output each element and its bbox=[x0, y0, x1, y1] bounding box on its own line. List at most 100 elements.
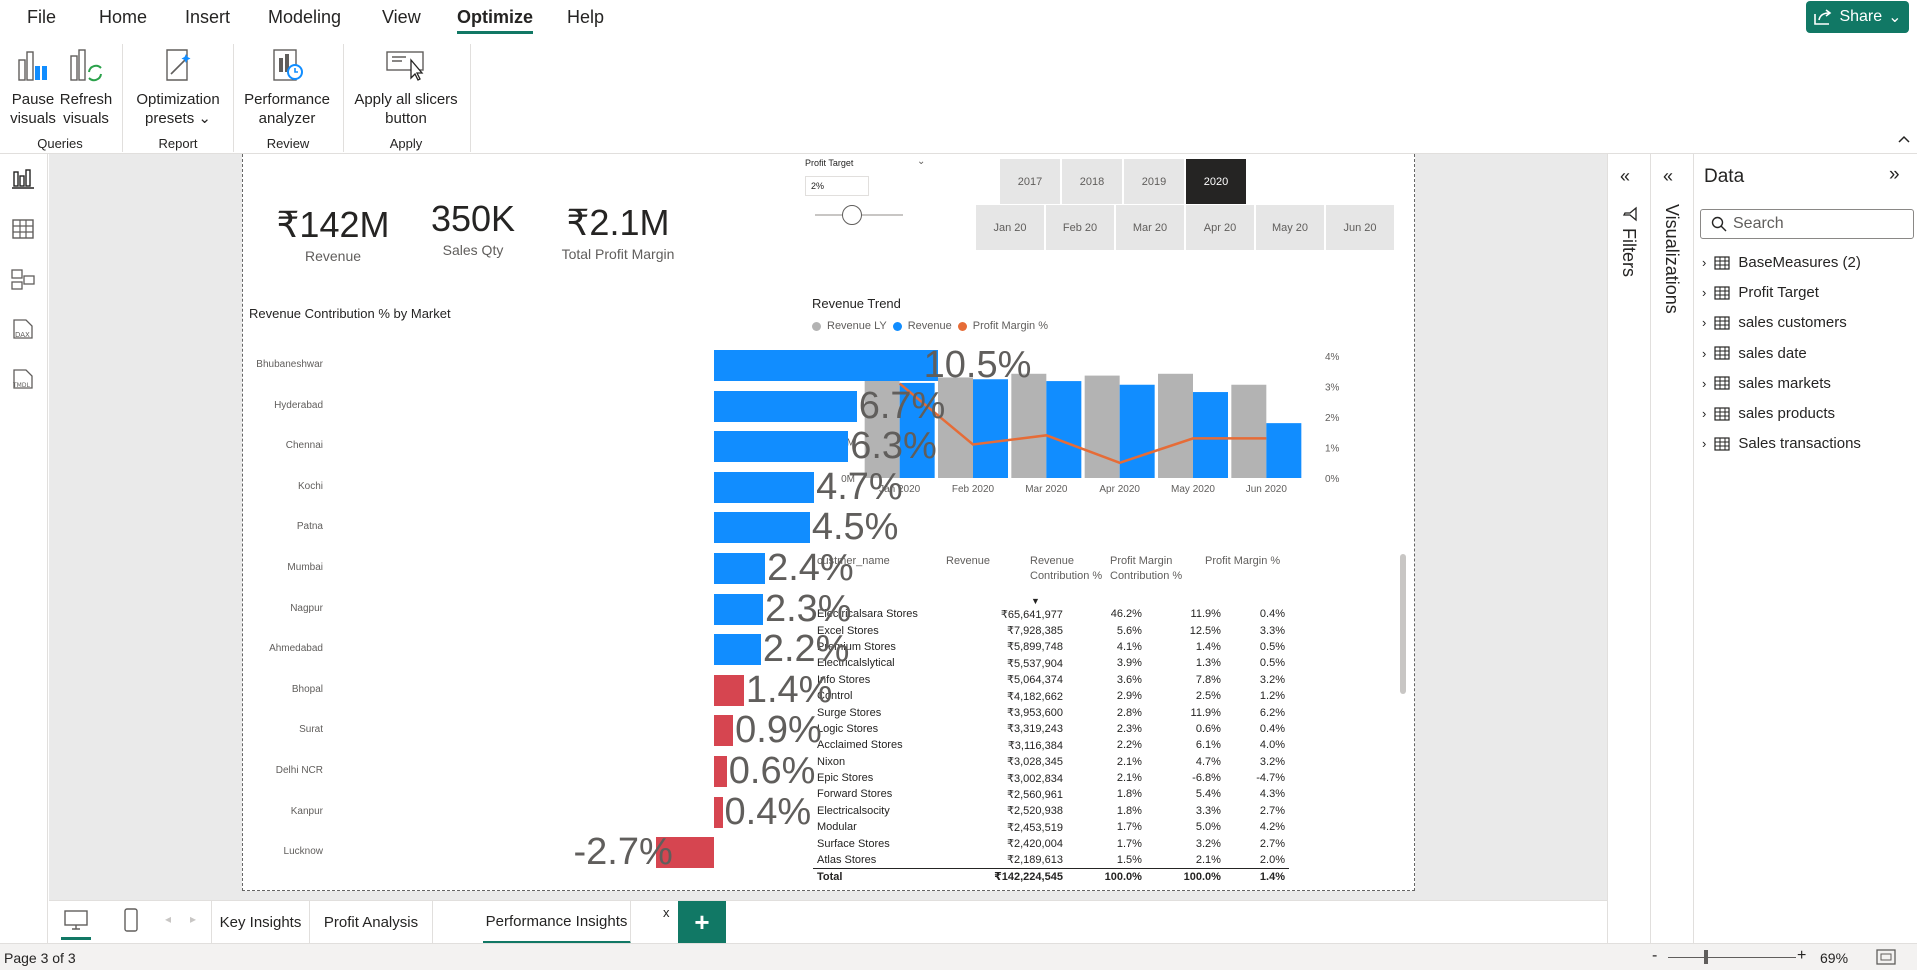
chevron-right-icon[interactable]: › bbox=[1702, 255, 1706, 270]
expand-right-icon[interactable]: » bbox=[1889, 164, 1900, 186]
year-slicer-2018[interactable]: 2018 bbox=[1062, 159, 1122, 204]
market-bar[interactable] bbox=[714, 756, 727, 787]
menu-home[interactable]: Home bbox=[99, 7, 147, 28]
table-row[interactable]: Logic Stores ₹3,319,243 2.3% 0.6% 0.4% bbox=[813, 721, 1289, 737]
pause-visuals-button[interactable]: Pause visuals bbox=[8, 46, 58, 128]
chevron-right-icon[interactable]: › bbox=[1702, 285, 1706, 300]
table-row[interactable]: Atlas Stores ₹2,189,613 1.5% 2.1% 2.0% bbox=[813, 852, 1289, 868]
data-table-item[interactable]: › sales date bbox=[1702, 345, 1807, 362]
market-bar[interactable] bbox=[714, 593, 763, 625]
profit-target-input[interactable]: 2% bbox=[805, 176, 869, 196]
month-slicer-item[interactable]: Apr 20 bbox=[1186, 205, 1254, 250]
table-row[interactable]: Nixon ₹3,028,345 2.1% 4.7% 3.2% bbox=[813, 754, 1289, 770]
menu-view[interactable]: View bbox=[382, 7, 421, 28]
zoom-slider-track[interactable] bbox=[1668, 957, 1796, 958]
close-tab-icon[interactable]: x bbox=[663, 905, 670, 920]
market-bar[interactable] bbox=[714, 634, 761, 666]
table-row[interactable]: Premium Stores ₹5,899,748 4.1% 1.4% 0.5% bbox=[813, 639, 1289, 655]
data-search-input[interactable]: Search bbox=[1700, 209, 1914, 239]
table-row[interactable]: Control ₹4,182,662 2.9% 2.5% 1.2% bbox=[813, 688, 1289, 704]
zoom-slider-thumb[interactable] bbox=[1704, 950, 1708, 964]
matrix-header-profit-margin[interactable]: Profit Margin % bbox=[1205, 554, 1280, 569]
table-row[interactable]: Epic Stores ₹3,002,834 2.1% -6.8% -4.7% bbox=[813, 770, 1289, 786]
tab-key-insights[interactable]: Key Insights bbox=[211, 901, 310, 944]
year-slicer-2017[interactable]: 2017 bbox=[1000, 159, 1060, 204]
market-bar[interactable] bbox=[714, 553, 766, 584]
matrix-header-revenue[interactable]: Revenue bbox=[946, 554, 990, 569]
month-slicer-item[interactable]: Mar 20 bbox=[1116, 205, 1184, 250]
tab-performance-insights[interactable]: Performance Insights bbox=[483, 901, 631, 944]
matrix-header-pm-contribution[interactable]: Profit Margin Contribution % bbox=[1110, 554, 1200, 584]
kpi-card-sales-qty[interactable]: 350K Sales Qty bbox=[413, 198, 533, 258]
market-bar[interactable] bbox=[714, 715, 734, 747]
scroll-right-icon[interactable]: ▸ bbox=[190, 912, 196, 926]
chevron-right-icon[interactable]: › bbox=[1702, 406, 1706, 421]
dax-query-view-icon[interactable]: DAX bbox=[10, 316, 36, 342]
chevron-right-icon[interactable]: › bbox=[1702, 376, 1706, 391]
filters-pane[interactable]: « Filters bbox=[1607, 154, 1650, 943]
data-table-item[interactable]: › sales markets bbox=[1702, 375, 1831, 392]
matrix-header-revenue-contribution[interactable]: Revenue Contribution % bbox=[1030, 554, 1104, 584]
month-slicer-item[interactable]: Jun 20 bbox=[1326, 205, 1394, 250]
month-slicer-item[interactable]: Jan 20 bbox=[976, 205, 1044, 250]
table-row[interactable]: Excel Stores ₹7,928,385 5.6% 12.5% 3.3% bbox=[813, 622, 1289, 638]
zoom-out-icon[interactable]: - bbox=[1652, 947, 1657, 965]
market-bar[interactable] bbox=[714, 390, 857, 422]
collapse-left-icon[interactable]: « bbox=[1620, 166, 1630, 187]
menu-insert[interactable]: Insert bbox=[185, 7, 230, 28]
chevron-down-icon[interactable]: ⌄ bbox=[917, 156, 925, 167]
apply-all-slicers-button[interactable]: Apply all slicers button bbox=[351, 46, 461, 128]
share-button[interactable]: Share ⌄ bbox=[1806, 1, 1909, 33]
tab-profit-analysis[interactable]: Profit Analysis bbox=[310, 901, 433, 944]
menu-modeling[interactable]: Modeling bbox=[268, 7, 341, 28]
data-table-item[interactable]: › Sales transactions bbox=[1702, 435, 1861, 452]
year-slicer-2019[interactable]: 2019 bbox=[1124, 159, 1184, 204]
desktop-layout-icon[interactable] bbox=[63, 909, 89, 931]
refresh-visuals-button[interactable]: Refresh visuals bbox=[58, 46, 114, 128]
market-bar[interactable] bbox=[714, 674, 744, 706]
table-row[interactable]: Surface Stores ₹2,420,004 1.7% 3.2% 2.7% bbox=[813, 835, 1289, 851]
month-slicer-item[interactable]: May 20 bbox=[1256, 205, 1324, 250]
chevron-right-icon[interactable]: › bbox=[1702, 315, 1706, 330]
menu-help[interactable]: Help bbox=[567, 7, 604, 28]
table-row[interactable]: Electricalsocity ₹2,520,938 1.8% 3.3% 2.7% bbox=[813, 803, 1289, 819]
table-row[interactable]: Forward Stores ₹2,560,961 1.8% 5.4% 4.3% bbox=[813, 786, 1289, 802]
matrix-scrollbar[interactable] bbox=[1400, 554, 1406, 694]
data-table-item[interactable]: › Profit Target bbox=[1702, 284, 1819, 301]
zoom-in-icon[interactable]: + bbox=[1797, 947, 1806, 965]
optimization-presets-button[interactable]: Optimization presets ⌄ bbox=[132, 46, 224, 128]
table-row[interactable]: Electricalslytical ₹5,537,904 3.9% 1.3% 0.5% bbox=[813, 655, 1289, 671]
table-row[interactable]: Acclaimed Stores ₹3,116,384 2.2% 6.1% 4.0% bbox=[813, 737, 1289, 753]
visualizations-pane[interactable]: « Visualizations bbox=[1650, 154, 1693, 943]
table-row[interactable]: Info Stores ₹5,064,374 3.6% 7.8% 3.2% bbox=[813, 672, 1289, 688]
market-bar[interactable] bbox=[714, 431, 849, 463]
model-view-icon[interactable] bbox=[10, 266, 36, 292]
customer-matrix[interactable]: Electricalsara Stores ₹65,641,977 46.2% 11.… bbox=[813, 606, 1289, 885]
scroll-left-icon[interactable]: ◂ bbox=[165, 912, 171, 926]
kpi-card-profit-margin[interactable]: ₹2.1M Total Profit Margin bbox=[543, 202, 693, 262]
tmdl-view-icon[interactable]: TMDL bbox=[10, 366, 36, 392]
collapse-ribbon-icon[interactable] bbox=[1897, 134, 1911, 144]
menu-file[interactable]: File bbox=[27, 7, 56, 28]
month-slicer-item[interactable]: Feb 20 bbox=[1046, 205, 1114, 250]
fit-to-page-icon[interactable] bbox=[1876, 949, 1896, 965]
data-table-item[interactable]: › sales customers bbox=[1702, 314, 1847, 331]
chevron-right-icon[interactable]: › bbox=[1702, 346, 1706, 361]
add-page-button[interactable]: + bbox=[678, 901, 726, 944]
market-bar[interactable] bbox=[714, 512, 810, 544]
table-row[interactable]: Modular ₹2,453,519 1.7% 5.0% 4.2% bbox=[813, 819, 1289, 835]
table-view-icon[interactable] bbox=[10, 216, 36, 242]
performance-analyzer-button[interactable]: Performance analyzer bbox=[242, 46, 332, 128]
market-bar[interactable] bbox=[714, 796, 723, 828]
market-bar[interactable] bbox=[714, 471, 815, 503]
profit-target-slider-thumb[interactable] bbox=[842, 205, 862, 225]
data-table-item[interactable]: › BaseMeasures (2) bbox=[1702, 254, 1861, 271]
year-slicer-2020[interactable]: 2020 bbox=[1186, 159, 1246, 204]
market-bar[interactable] bbox=[714, 350, 938, 381]
kpi-card-revenue[interactable]: ₹142M Revenue bbox=[263, 204, 403, 264]
mobile-layout-icon[interactable] bbox=[123, 907, 139, 933]
menu-optimize[interactable]: Optimize bbox=[457, 7, 534, 34]
data-table-item[interactable]: › sales products bbox=[1702, 405, 1835, 422]
table-row[interactable]: Surge Stores ₹3,953,600 2.8% 11.9% 6.2% bbox=[813, 704, 1289, 720]
report-view-icon[interactable] bbox=[10, 166, 36, 192]
